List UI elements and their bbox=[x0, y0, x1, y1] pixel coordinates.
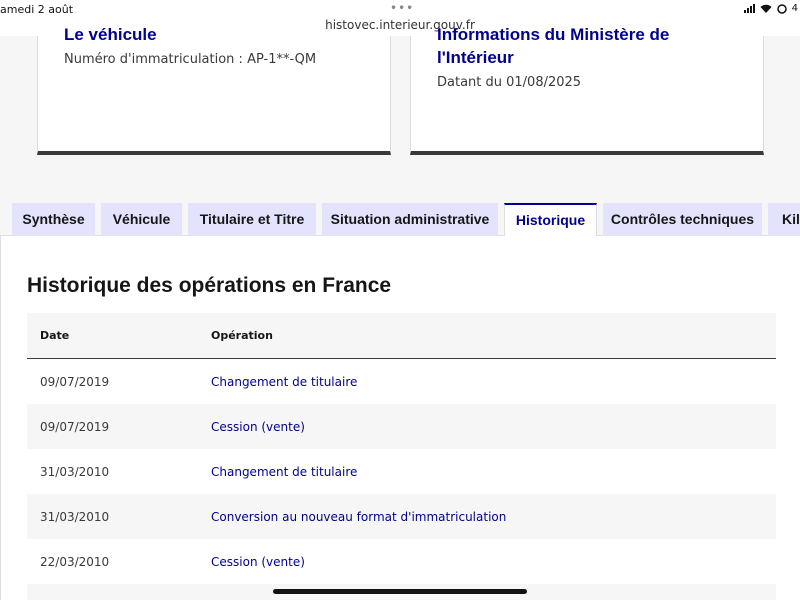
row-operation: Cession (vente) bbox=[211, 419, 305, 434]
history-panel: Historique des opérations en France Date… bbox=[0, 236, 800, 600]
tab-vehicule[interactable]: Véhicule bbox=[101, 203, 182, 236]
tab-situation-administrative[interactable]: Situation administrative bbox=[322, 203, 498, 236]
ministry-card-title-line2: l'Intérieur bbox=[437, 48, 514, 67]
table-header: Date Opération bbox=[27, 313, 776, 359]
info-date: Datant du 01/08/2025 bbox=[437, 75, 582, 90]
tab-kilometrage[interactable]: Kilo bbox=[768, 203, 800, 236]
status-time: amedi 2 août bbox=[0, 3, 74, 16]
ministry-card-title: Informations du Ministère de l'Intérieur bbox=[437, 23, 737, 69]
vehicle-card: Le véhicule Numéro d'immatriculation : A… bbox=[37, 25, 391, 155]
vehicle-card-title: Le véhicule bbox=[64, 25, 157, 44]
tab-bar: Synthèse Véhicule Titulaire et Titre Sit… bbox=[0, 203, 800, 237]
row-operation: Cession (vente) bbox=[211, 554, 305, 569]
row-date: 09/07/2019 bbox=[40, 374, 110, 389]
status-icons: 4 bbox=[743, 3, 798, 14]
header-date: Date bbox=[40, 329, 70, 342]
row-date: 31/03/2010 bbox=[40, 464, 110, 479]
tab-synthese[interactable]: Synthèse bbox=[12, 203, 95, 236]
header-operation: Opération bbox=[211, 329, 273, 342]
more-dots-icon[interactable]: ••• bbox=[390, 1, 414, 15]
wifi-icon bbox=[760, 4, 772, 13]
tab-controles-techniques[interactable]: Contrôles techniques bbox=[603, 203, 762, 236]
battery-icon bbox=[776, 3, 787, 14]
table-row: 31/03/2010 Conversion au nouveau format … bbox=[27, 494, 776, 539]
row-date: 31/03/2010 bbox=[40, 509, 110, 524]
tab-titulaire-titre[interactable]: Titulaire et Titre bbox=[188, 203, 316, 236]
table-row: 22/03/2010 Cession (vente) bbox=[27, 539, 776, 584]
table-row: 09/07/2019 Changement de titulaire bbox=[27, 359, 776, 404]
registration-number: Numéro d'immatriculation : AP-1**-QM bbox=[64, 52, 317, 67]
tab-historique[interactable]: Historique bbox=[504, 203, 597, 237]
row-operation: Changement de titulaire bbox=[211, 464, 358, 479]
history-title: Historique des opérations en France bbox=[27, 274, 392, 297]
ministry-info-card: Informations du Ministère de l'Intérieur… bbox=[410, 25, 764, 155]
battery-level: 4 bbox=[791, 3, 798, 14]
table-row: 09/07/2019 Cession (vente) bbox=[27, 404, 776, 449]
row-date: 09/07/2019 bbox=[40, 419, 110, 434]
home-indicator[interactable] bbox=[273, 589, 527, 594]
cellular-signal-icon bbox=[743, 4, 755, 13]
table-row: 31/03/2010 Changement de titulaire bbox=[27, 449, 776, 494]
history-table: Date Opération 09/07/2019 Changement de … bbox=[27, 313, 776, 600]
row-operation: Conversion au nouveau format d'immatricu… bbox=[211, 509, 507, 524]
row-date: 22/03/2010 bbox=[40, 554, 110, 569]
ministry-card-title-line1: Informations du Ministère de bbox=[437, 25, 670, 44]
row-operation: Changement de titulaire bbox=[211, 374, 358, 389]
